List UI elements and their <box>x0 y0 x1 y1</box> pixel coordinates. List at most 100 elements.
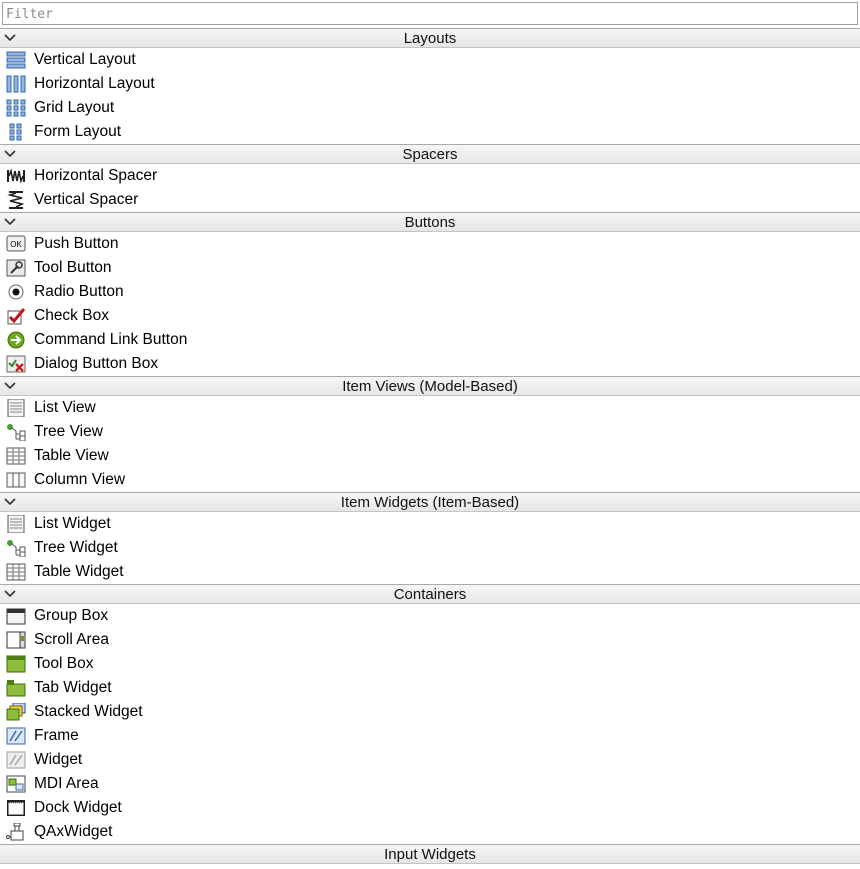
mdi-area-icon <box>6 775 26 793</box>
widget-item[interactable]: Tree Widget <box>0 536 860 560</box>
widget-item[interactable]: Scroll Area <box>0 628 860 652</box>
widget-item[interactable]: Table View <box>0 444 860 468</box>
widget-item[interactable]: List View <box>0 396 860 420</box>
widget-item-label: Tool Box <box>34 655 94 672</box>
widget-item[interactable]: List Widget <box>0 512 860 536</box>
widget-item-label: Vertical Layout <box>34 51 136 68</box>
category-title: Layouts <box>403 30 457 47</box>
horizontal-spacer-icon <box>6 167 26 185</box>
widget-item[interactable]: Table Widget <box>0 560 860 584</box>
filter-input[interactable] <box>3 3 857 24</box>
widget-item-label: Push Button <box>34 235 119 252</box>
widget-item-label: Widget <box>34 751 83 768</box>
push-button-icon: OK <box>6 235 26 253</box>
category-title: Item Widgets (Item-Based) <box>340 494 520 511</box>
grid-layout-icon <box>6 99 26 117</box>
tree-widget-icon <box>6 539 26 558</box>
radio-button-icon <box>6 283 26 301</box>
widget-item-label: List Widget <box>34 515 111 532</box>
widget-item[interactable]: Stacked Widget <box>0 700 860 724</box>
dock-widget-icon <box>6 799 26 817</box>
horizontal-layout-icon <box>6 75 26 93</box>
widget-item-label: Group Box <box>34 607 109 624</box>
widget-item-label: Stacked Widget <box>34 703 143 720</box>
category-header-item-widgets-item-based[interactable]: Item Widgets (Item-Based) <box>0 492 860 512</box>
tool-button-icon <box>6 259 26 277</box>
widget-item-label: Radio Button <box>34 283 124 300</box>
widget-item-label: Dialog Button Box <box>34 355 159 372</box>
group-box-icon <box>6 607 26 625</box>
table-widget-icon <box>6 563 26 581</box>
widget-item[interactable]: OK Push Button <box>0 232 860 256</box>
list-view-icon <box>6 398 26 418</box>
vertical-spacer-icon <box>6 191 26 209</box>
frame-icon <box>6 727 26 745</box>
widget-item[interactable]: Vertical Layout <box>0 48 860 72</box>
widget-item[interactable]: Form Layout <box>0 120 860 144</box>
widget-item[interactable]: QAxWidget <box>0 820 860 844</box>
widget-item[interactable]: Check Box <box>0 304 860 328</box>
command-link-button-icon <box>6 331 26 349</box>
widget-item-label: Column View <box>34 471 126 488</box>
category-title: Input Widgets <box>384 846 476 863</box>
widget-item[interactable]: Frame <box>0 724 860 748</box>
widget-box-panel: Layouts Vertical Layout Horizontal Layout G… <box>0 0 860 869</box>
widget-item[interactable]: Horizontal Spacer <box>0 164 860 188</box>
widget-item-label: Horizontal Layout <box>34 75 155 92</box>
widget-item[interactable]: Tool Box <box>0 652 860 676</box>
widget-item-label: Horizontal Spacer <box>34 167 158 184</box>
widget-item[interactable]: Column View <box>0 468 860 492</box>
widget-item-label: Grid Layout <box>34 99 115 116</box>
widget-item[interactable]: Horizontal Layout <box>0 72 860 96</box>
widget-item-label: Scroll Area <box>34 631 109 648</box>
category-header-buttons[interactable]: Buttons <box>0 212 860 232</box>
category-header-item-views-model-based[interactable]: Item Views (Model-Based) <box>0 376 860 396</box>
widget-item[interactable]: Widget <box>0 748 860 772</box>
widget-item-label: Check Box <box>34 307 109 324</box>
category-header-spacers[interactable]: Spacers <box>0 144 860 164</box>
stacked-widget-icon <box>6 702 26 721</box>
filter-box <box>2 2 858 25</box>
widget-item-label: Command Link Button <box>34 331 188 348</box>
widget-item-label: MDI Area <box>34 775 99 792</box>
tab-widget-icon <box>6 679 26 697</box>
check-box-icon <box>6 307 26 325</box>
scroll-area-icon <box>6 631 26 649</box>
widget-item[interactable]: Tab Widget <box>0 676 860 700</box>
widget-item[interactable]: Group Box <box>0 604 860 628</box>
category-header-layouts[interactable]: Layouts <box>0 28 860 48</box>
widget-item-label: Vertical Spacer <box>34 191 139 208</box>
category-title: Containers <box>393 586 467 603</box>
tree-view-icon <box>6 423 26 442</box>
widget-item[interactable]: Vertical Spacer <box>0 188 860 212</box>
widget-item-label: Tree Widget <box>34 539 118 556</box>
category-title: Buttons <box>404 214 456 231</box>
widget-item-label: Table Widget <box>34 563 124 580</box>
table-view-icon <box>6 447 26 465</box>
category-title: Spacers <box>402 146 458 163</box>
category-header-containers[interactable]: Containers <box>0 584 860 604</box>
svg-text:OK: OK <box>10 240 22 249</box>
qaxwidget-icon <box>6 822 26 841</box>
widget-item[interactable]: Dialog Button Box <box>0 352 860 376</box>
widget-item[interactable]: Tool Button <box>0 256 860 280</box>
widget-item-label: Tool Button <box>34 259 112 276</box>
column-view-icon <box>6 471 26 489</box>
widget-item[interactable]: Dock Widget <box>0 796 860 820</box>
list-widget-icon <box>6 514 26 534</box>
widget-item[interactable]: Command Link Button <box>0 328 860 352</box>
category-header-input-widgets[interactable]: Input Widgets <box>0 844 860 864</box>
widget-item[interactable]: Radio Button <box>0 280 860 304</box>
widget-item[interactable]: MDI Area <box>0 772 860 796</box>
widget-item-label: Tree View <box>34 423 103 440</box>
form-layout-icon <box>6 123 26 141</box>
vertical-layout-icon <box>6 51 26 69</box>
widget-item-label: List View <box>34 399 96 416</box>
widget-item-label: QAxWidget <box>34 823 113 840</box>
widget-item-label: Tab Widget <box>34 679 112 696</box>
widget-item[interactable]: Grid Layout <box>0 96 860 120</box>
widget-item-label: Dock Widget <box>34 799 122 816</box>
widget-icon <box>6 751 26 769</box>
widget-item[interactable]: Tree View <box>0 420 860 444</box>
widget-item-label: Frame <box>34 727 79 744</box>
